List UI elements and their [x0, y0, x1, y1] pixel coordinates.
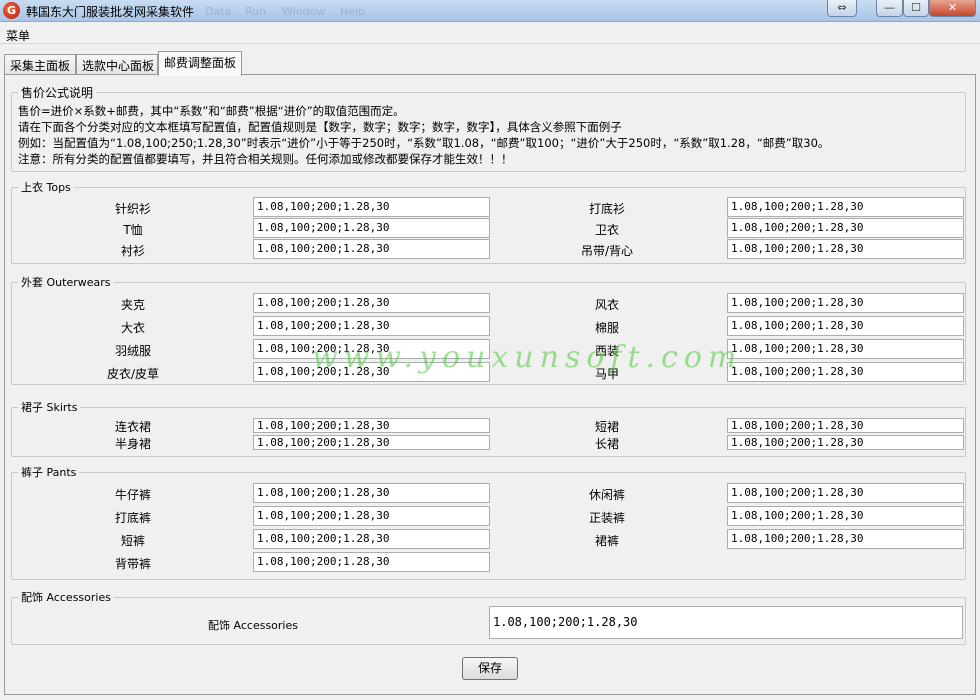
category-config-input[interactable]: 1.08,100;200;1.28,30: [727, 362, 964, 382]
category-config-input[interactable]: 1.08,100;200;1.28,30: [727, 339, 964, 359]
formula-line: 注意：所有分类的配置值都要填写，并且符合相关规则。任何添加或修改都要保存才能生效…: [18, 152, 513, 166]
category-config-input[interactable]: 1.08,100;200;1.28,30: [727, 197, 964, 217]
category-config-input[interactable]: 1.08,100;200;1.28,30: [253, 239, 490, 259]
category-label: 吊带/背心: [580, 244, 634, 258]
minimize-button[interactable]: —: [876, 0, 903, 17]
category-label: 马甲: [594, 367, 619, 381]
category-config-input[interactable]: 1.08,100;200;1.28,30: [253, 418, 490, 433]
category-config-input[interactable]: 1.08,100;200;1.28,30: [253, 435, 490, 450]
category-label: 大衣: [120, 321, 145, 335]
category-label: 打底衫: [588, 202, 625, 216]
category-config-input[interactable]: 1.08,100;200;1.28,30: [253, 339, 490, 359]
category-config-input[interactable]: 1.08,100;200;1.28,30: [253, 218, 490, 238]
tab-postage-adjust[interactable]: 邮费调整面板: [158, 51, 242, 76]
category-label: 背带裤: [114, 557, 151, 571]
save-button[interactable]: 保存: [462, 657, 518, 680]
category-config-input[interactable]: 1.08,100;200;1.28,30: [253, 483, 490, 503]
category-label: 正装裤: [588, 511, 625, 525]
tab-strip: 采集主面板 选款中心面板 邮费调整面板: [0, 44, 980, 76]
pants-group-title: 裤子 Pants: [18, 464, 80, 480]
outerwears-group-title: 外套 Outerwears: [18, 274, 114, 290]
menu-bar: 菜单: [0, 24, 980, 44]
formula-group-title: 售价公式说明: [18, 84, 97, 101]
app-logo-icon: G: [3, 2, 20, 19]
category-config-input[interactable]: 1.08,100;200;1.28,30: [727, 293, 964, 313]
tab-collect-main[interactable]: 采集主面板: [4, 54, 76, 75]
category-label: 裙裤: [594, 534, 619, 548]
category-config-input[interactable]: 1.08,100;200;1.28,30: [253, 529, 490, 549]
formula-group: 售价公式说明 售价=进价×系数+邮费，其中“系数”和“邮费”根据“进价”的取值范…: [11, 84, 966, 172]
category-config-input[interactable]: 1.08,100;200;1.28,30: [253, 362, 490, 382]
category-config-input[interactable]: 1.08,100;200;1.28,30: [253, 197, 490, 217]
category-label: 西装: [594, 344, 619, 358]
window-title: 韩国东大门服装批发网采集软件: [26, 5, 195, 19]
title-bar: G 韩国东大门服装批发网采集软件 Data Run Window Help ⇔ …: [0, 0, 980, 22]
category-config-input[interactable]: 1.08,100;200;1.28,30: [727, 239, 964, 259]
restore-arrows-button[interactable]: ⇔: [827, 0, 857, 17]
ghost-menu-data: Data: [205, 5, 232, 18]
formula-line: 例如：当配置值为“1.08,100;250;1.28,30”时表示“进价”小于等…: [18, 136, 830, 150]
category-label: 短裤: [120, 534, 145, 548]
category-label: 衬衫: [120, 244, 145, 258]
category-config-input[interactable]: 1.08,100;200;1.28,30: [727, 435, 964, 450]
category-label: 夹克: [120, 298, 145, 312]
formula-line: 售价=进价×系数+邮费，其中“系数”和“邮费”根据“进价”的取值范围而定。: [18, 104, 405, 118]
formula-line: 请在下面各个分类对应的文本框填写配置值，配置值规则是【数字，数字；数字；数字，数…: [18, 120, 622, 134]
accessories-group-title: 配饰 Accessories: [18, 589, 114, 605]
category-label: 配饰 Accessories: [208, 619, 298, 632]
category-label: 皮衣/皮草: [106, 367, 160, 381]
close-button[interactable]: ✕: [929, 0, 976, 17]
category-label: 风衣: [594, 298, 619, 312]
category-label: 牛仔裤: [114, 488, 151, 502]
skirts-group-title: 裙子 Skirts: [18, 399, 81, 415]
category-label: 卫衣: [594, 223, 619, 237]
category-label: 长裙: [594, 437, 619, 451]
ghost-menu-window: Window: [282, 5, 326, 18]
category-label: 半身裙: [114, 437, 151, 451]
category-label: T恤: [123, 223, 143, 237]
category-config-input[interactable]: 1.08,100;200;1.28,30: [253, 316, 490, 336]
category-config-input[interactable]: 1.08,100;200;1.28,30: [727, 529, 964, 549]
accessories-config-input[interactable]: 1.08,100;200;1.28,30: [489, 606, 963, 639]
category-config-input[interactable]: 1.08,100;200;1.28,30: [253, 293, 490, 313]
menu-main[interactable]: 菜单: [6, 27, 30, 44]
category-label: 休闲裤: [588, 488, 625, 502]
category-label: 羽绒服: [114, 344, 151, 358]
category-config-input[interactable]: 1.08,100;200;1.28,30: [727, 218, 964, 238]
tab-selection-center[interactable]: 选款中心面板: [76, 54, 158, 75]
category-label: 连衣裙: [114, 420, 151, 434]
tops-group-title: 上衣 Tops: [18, 179, 74, 195]
category-config-input[interactable]: 1.08,100;200;1.28,30: [727, 418, 964, 433]
category-label: 针织衫: [114, 202, 151, 216]
ghost-menu-run: Run: [245, 5, 267, 18]
category-config-input[interactable]: 1.08,100;200;1.28,30: [727, 506, 964, 526]
ghost-menu-help: Help: [340, 5, 366, 18]
category-config-input[interactable]: 1.08,100;200;1.28,30: [727, 483, 964, 503]
category-config-input[interactable]: 1.08,100;200;1.28,30: [253, 506, 490, 526]
category-config-input[interactable]: 1.08,100;200;1.28,30: [253, 552, 490, 572]
maximize-button[interactable]: ☐: [903, 0, 929, 17]
category-label: 打底裤: [114, 511, 151, 525]
category-label: 棉服: [594, 321, 619, 335]
category-label: 短裙: [594, 420, 619, 434]
category-config-input[interactable]: 1.08,100;200;1.28,30: [727, 316, 964, 336]
